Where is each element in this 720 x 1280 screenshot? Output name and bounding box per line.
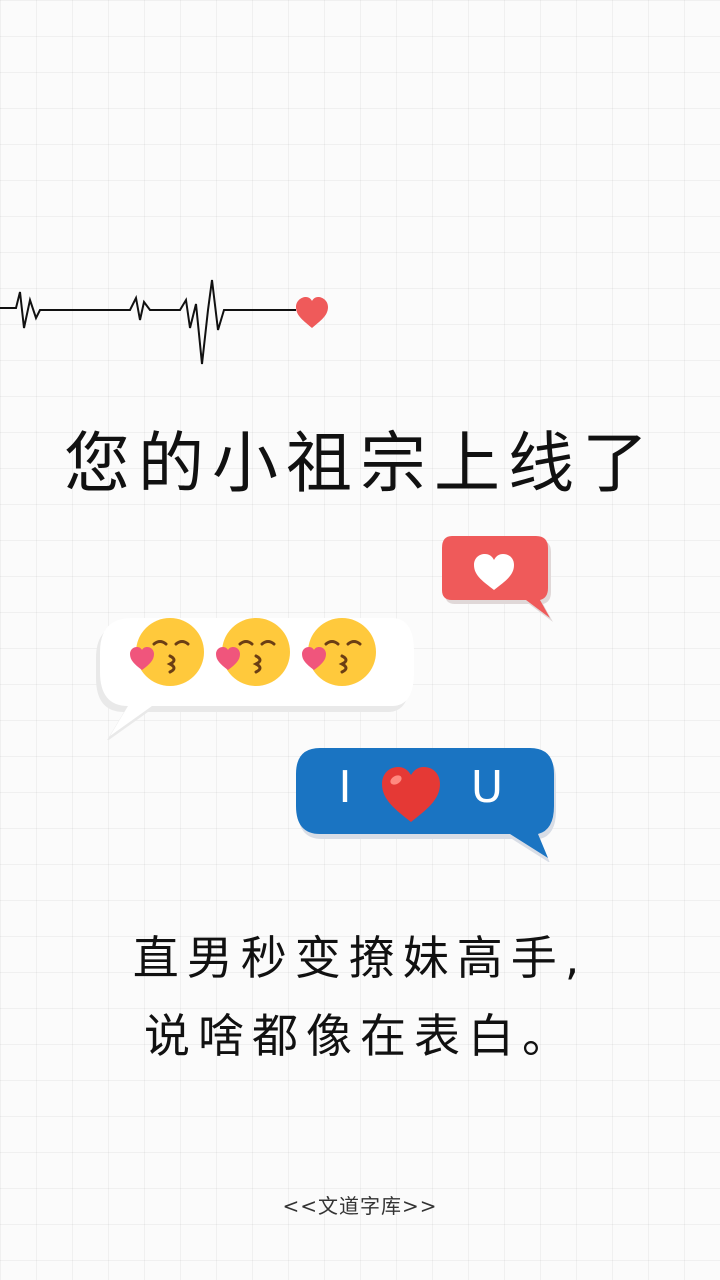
- iu-letter-u: U: [470, 762, 504, 813]
- footer-credit: <<文道字库>>: [282, 1194, 438, 1218]
- like-heart-bubble: [442, 536, 553, 622]
- kissing-face-icon: [302, 618, 376, 686]
- heartbeat-line-icon: [0, 279, 328, 365]
- page-title: 您的小祖宗上线了: [64, 425, 656, 502]
- red-heart-icon: [382, 767, 440, 822]
- kissing-face-icon: [130, 618, 204, 686]
- emoji-row: [128, 614, 388, 694]
- kissing-face-icon: [216, 618, 290, 686]
- body-line-1: 直男秒变撩妹高手,: [132, 931, 588, 985]
- iu-letter-i: I: [338, 762, 352, 813]
- body-line-2: 说啥都像在表白。: [144, 1009, 576, 1063]
